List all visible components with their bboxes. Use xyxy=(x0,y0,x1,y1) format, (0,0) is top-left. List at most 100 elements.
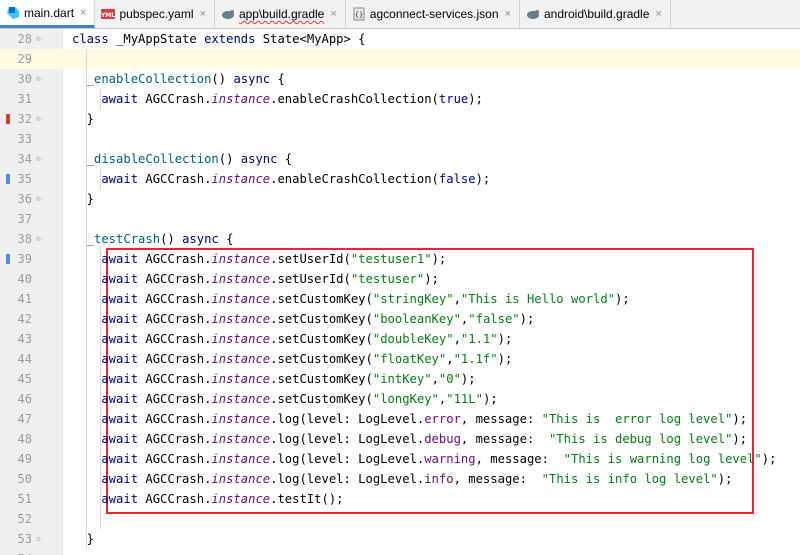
code-token: .log(level: LogLevel. xyxy=(270,412,425,426)
tab-android-build-gradle[interactable]: android\build.gradle × xyxy=(520,0,671,28)
code-line[interactable]: 31 await AGCCrash.instance.enableCrashCo… xyxy=(0,89,800,109)
code-line[interactable]: 53 } xyxy=(0,529,800,549)
indent-guide xyxy=(100,89,101,109)
close-icon[interactable]: × xyxy=(200,8,206,20)
fold-icon[interactable]: ◇ xyxy=(36,154,41,163)
code-line[interactable]: 34 _disableCollection() async { xyxy=(0,149,800,169)
fold-icon[interactable]: ◇ xyxy=(36,74,41,83)
fold-icon[interactable]: ◇ xyxy=(36,234,41,243)
code-line[interactable]: 48 await AGCCrash.instance.log(level: Lo… xyxy=(0,429,800,449)
code-line[interactable]: 28 class _MyAppState extends State<MyApp>… xyxy=(0,29,800,49)
tab-main-dart[interactable]: main.dart × xyxy=(0,0,96,28)
code-token: AGCCrash. xyxy=(145,252,212,266)
code-token: AGCCrash. xyxy=(145,452,212,466)
fold-icon[interactable]: ◇ xyxy=(36,194,41,203)
code-line[interactable]: 35 await AGCCrash.instance.enableCrashCo… xyxy=(0,169,800,189)
code-text: _enableCollection() async { xyxy=(72,69,285,89)
code-editor[interactable]: 28 class _MyAppState extends State<MyApp>… xyxy=(0,29,800,555)
fold-icon[interactable]: ◇ xyxy=(36,534,41,543)
code-token: .setCustomKey( xyxy=(270,372,373,386)
code-token: async xyxy=(240,152,285,166)
code-line[interactable]: 43 await AGCCrash.instance.setCustomKey(… xyxy=(0,329,800,349)
close-icon[interactable]: × xyxy=(80,7,86,19)
code-token: instance xyxy=(211,312,271,326)
line-number: 46 xyxy=(17,392,32,406)
code-line[interactable]: 54 xyxy=(0,549,800,555)
code-line[interactable]: 51 await AGCCrash.instance.testIt(); xyxy=(0,489,800,509)
code-token: instance xyxy=(211,252,271,266)
line-number: 52 xyxy=(17,512,32,526)
line-number: 47 xyxy=(17,412,32,426)
code-token: () xyxy=(211,72,234,86)
code-token: .log(level: LogLevel. xyxy=(270,452,425,466)
code-token: .testIt(); xyxy=(270,492,344,506)
code-token: instance xyxy=(211,452,271,466)
code-line[interactable]: 32 } xyxy=(0,109,800,129)
tab-agconnect-services-json[interactable]: {} agconnect-services.json × xyxy=(346,0,520,28)
tab-label: pubspec.yaml xyxy=(119,7,194,21)
code-line[interactable]: 30 _enableCollection() async { xyxy=(0,69,800,89)
gradle-file-icon xyxy=(221,7,235,21)
code-token: ); xyxy=(732,432,748,446)
code-token: "0" xyxy=(438,372,461,386)
code-line[interactable]: 39 await AGCCrash.instance.setUserId("te… xyxy=(0,249,800,269)
code-token: "This is debug log level" xyxy=(548,432,733,446)
code-line[interactable]: 33 xyxy=(0,129,800,149)
line-number: 30 xyxy=(17,72,32,86)
code-token: "This is info log level" xyxy=(541,472,718,486)
tab-pubspec-yaml[interactable]: YML pubspec.yaml × xyxy=(95,0,215,28)
code-text: await AGCCrash.instance.setCustomKey("st… xyxy=(72,289,629,309)
code-token: AGCCrash. xyxy=(145,312,212,326)
dart-file-icon xyxy=(6,6,20,20)
code-line[interactable]: 37 xyxy=(0,209,800,229)
tab-app-build-gradle[interactable]: app\build.gradle × xyxy=(215,0,346,28)
code-line[interactable]: 38 _testCrash() async { xyxy=(0,229,800,249)
code-text: await AGCCrash.instance.setCustomKey("in… xyxy=(72,369,475,389)
code-token: () xyxy=(218,152,241,166)
close-icon[interactable]: × xyxy=(330,8,336,20)
code-token: instance xyxy=(211,432,271,446)
code-token: "This is warning log level" xyxy=(563,452,762,466)
code-token: AGCCrash. xyxy=(145,172,212,186)
code-token: true xyxy=(438,92,469,106)
code-line[interactable]: 46 await AGCCrash.instance.setCustomKey(… xyxy=(0,389,800,409)
code-text: } xyxy=(72,109,94,129)
code-token: .log(level: LogLevel. xyxy=(270,432,425,446)
change-marker xyxy=(6,174,10,184)
code-line[interactable]: 36 } xyxy=(0,189,800,209)
code-line[interactable]: 29 xyxy=(0,49,800,69)
close-icon[interactable]: × xyxy=(655,8,661,20)
code-token: class xyxy=(72,32,117,46)
code-line[interactable]: 41 await AGCCrash.instance.setCustomKey(… xyxy=(0,289,800,309)
code-token: "longKey" xyxy=(372,392,439,406)
code-line[interactable]: 50 await AGCCrash.instance.log(level: Lo… xyxy=(0,469,800,489)
line-number: 44 xyxy=(17,352,32,366)
fold-icon[interactable]: ◇ xyxy=(36,34,41,43)
code-token: instance xyxy=(211,332,271,346)
fold-icon[interactable]: ◇ xyxy=(36,114,41,123)
code-token: await xyxy=(72,172,146,186)
code-line[interactable]: 42 await AGCCrash.instance.setCustomKey(… xyxy=(0,309,800,329)
indent-guide xyxy=(86,49,87,549)
code-token: AGCCrash. xyxy=(145,392,212,406)
code-line[interactable]: 45 await AGCCrash.instance.setCustomKey(… xyxy=(0,369,800,389)
code-token: error xyxy=(424,412,461,426)
code-text: await AGCCrash.instance.enableCrashColle… xyxy=(72,89,483,109)
indent-guide xyxy=(100,169,101,189)
code-token: AGCCrash. xyxy=(145,292,212,306)
code-line[interactable]: 40 await AGCCrash.instance.setUserId("te… xyxy=(0,269,800,289)
code-token: AGCCrash. xyxy=(145,92,212,106)
code-line[interactable]: 49 await AGCCrash.instance.log(level: Lo… xyxy=(0,449,800,469)
code-line[interactable]: 52 xyxy=(0,509,800,529)
code-token: "This is error log level" xyxy=(541,412,733,426)
code-token: instance xyxy=(211,292,271,306)
code-line[interactable]: 47 await AGCCrash.instance.log(level: Lo… xyxy=(0,409,800,429)
tab-label: main.dart xyxy=(24,5,75,20)
close-icon[interactable]: × xyxy=(505,8,511,20)
code-token: "stringKey" xyxy=(372,292,454,306)
code-token: , message: xyxy=(475,452,564,466)
code-token: instance xyxy=(211,472,271,486)
code-line[interactable]: 44 await AGCCrash.instance.setCustomKey(… xyxy=(0,349,800,369)
code-token: AGCCrash. xyxy=(145,372,212,386)
code-token: await xyxy=(72,452,146,466)
